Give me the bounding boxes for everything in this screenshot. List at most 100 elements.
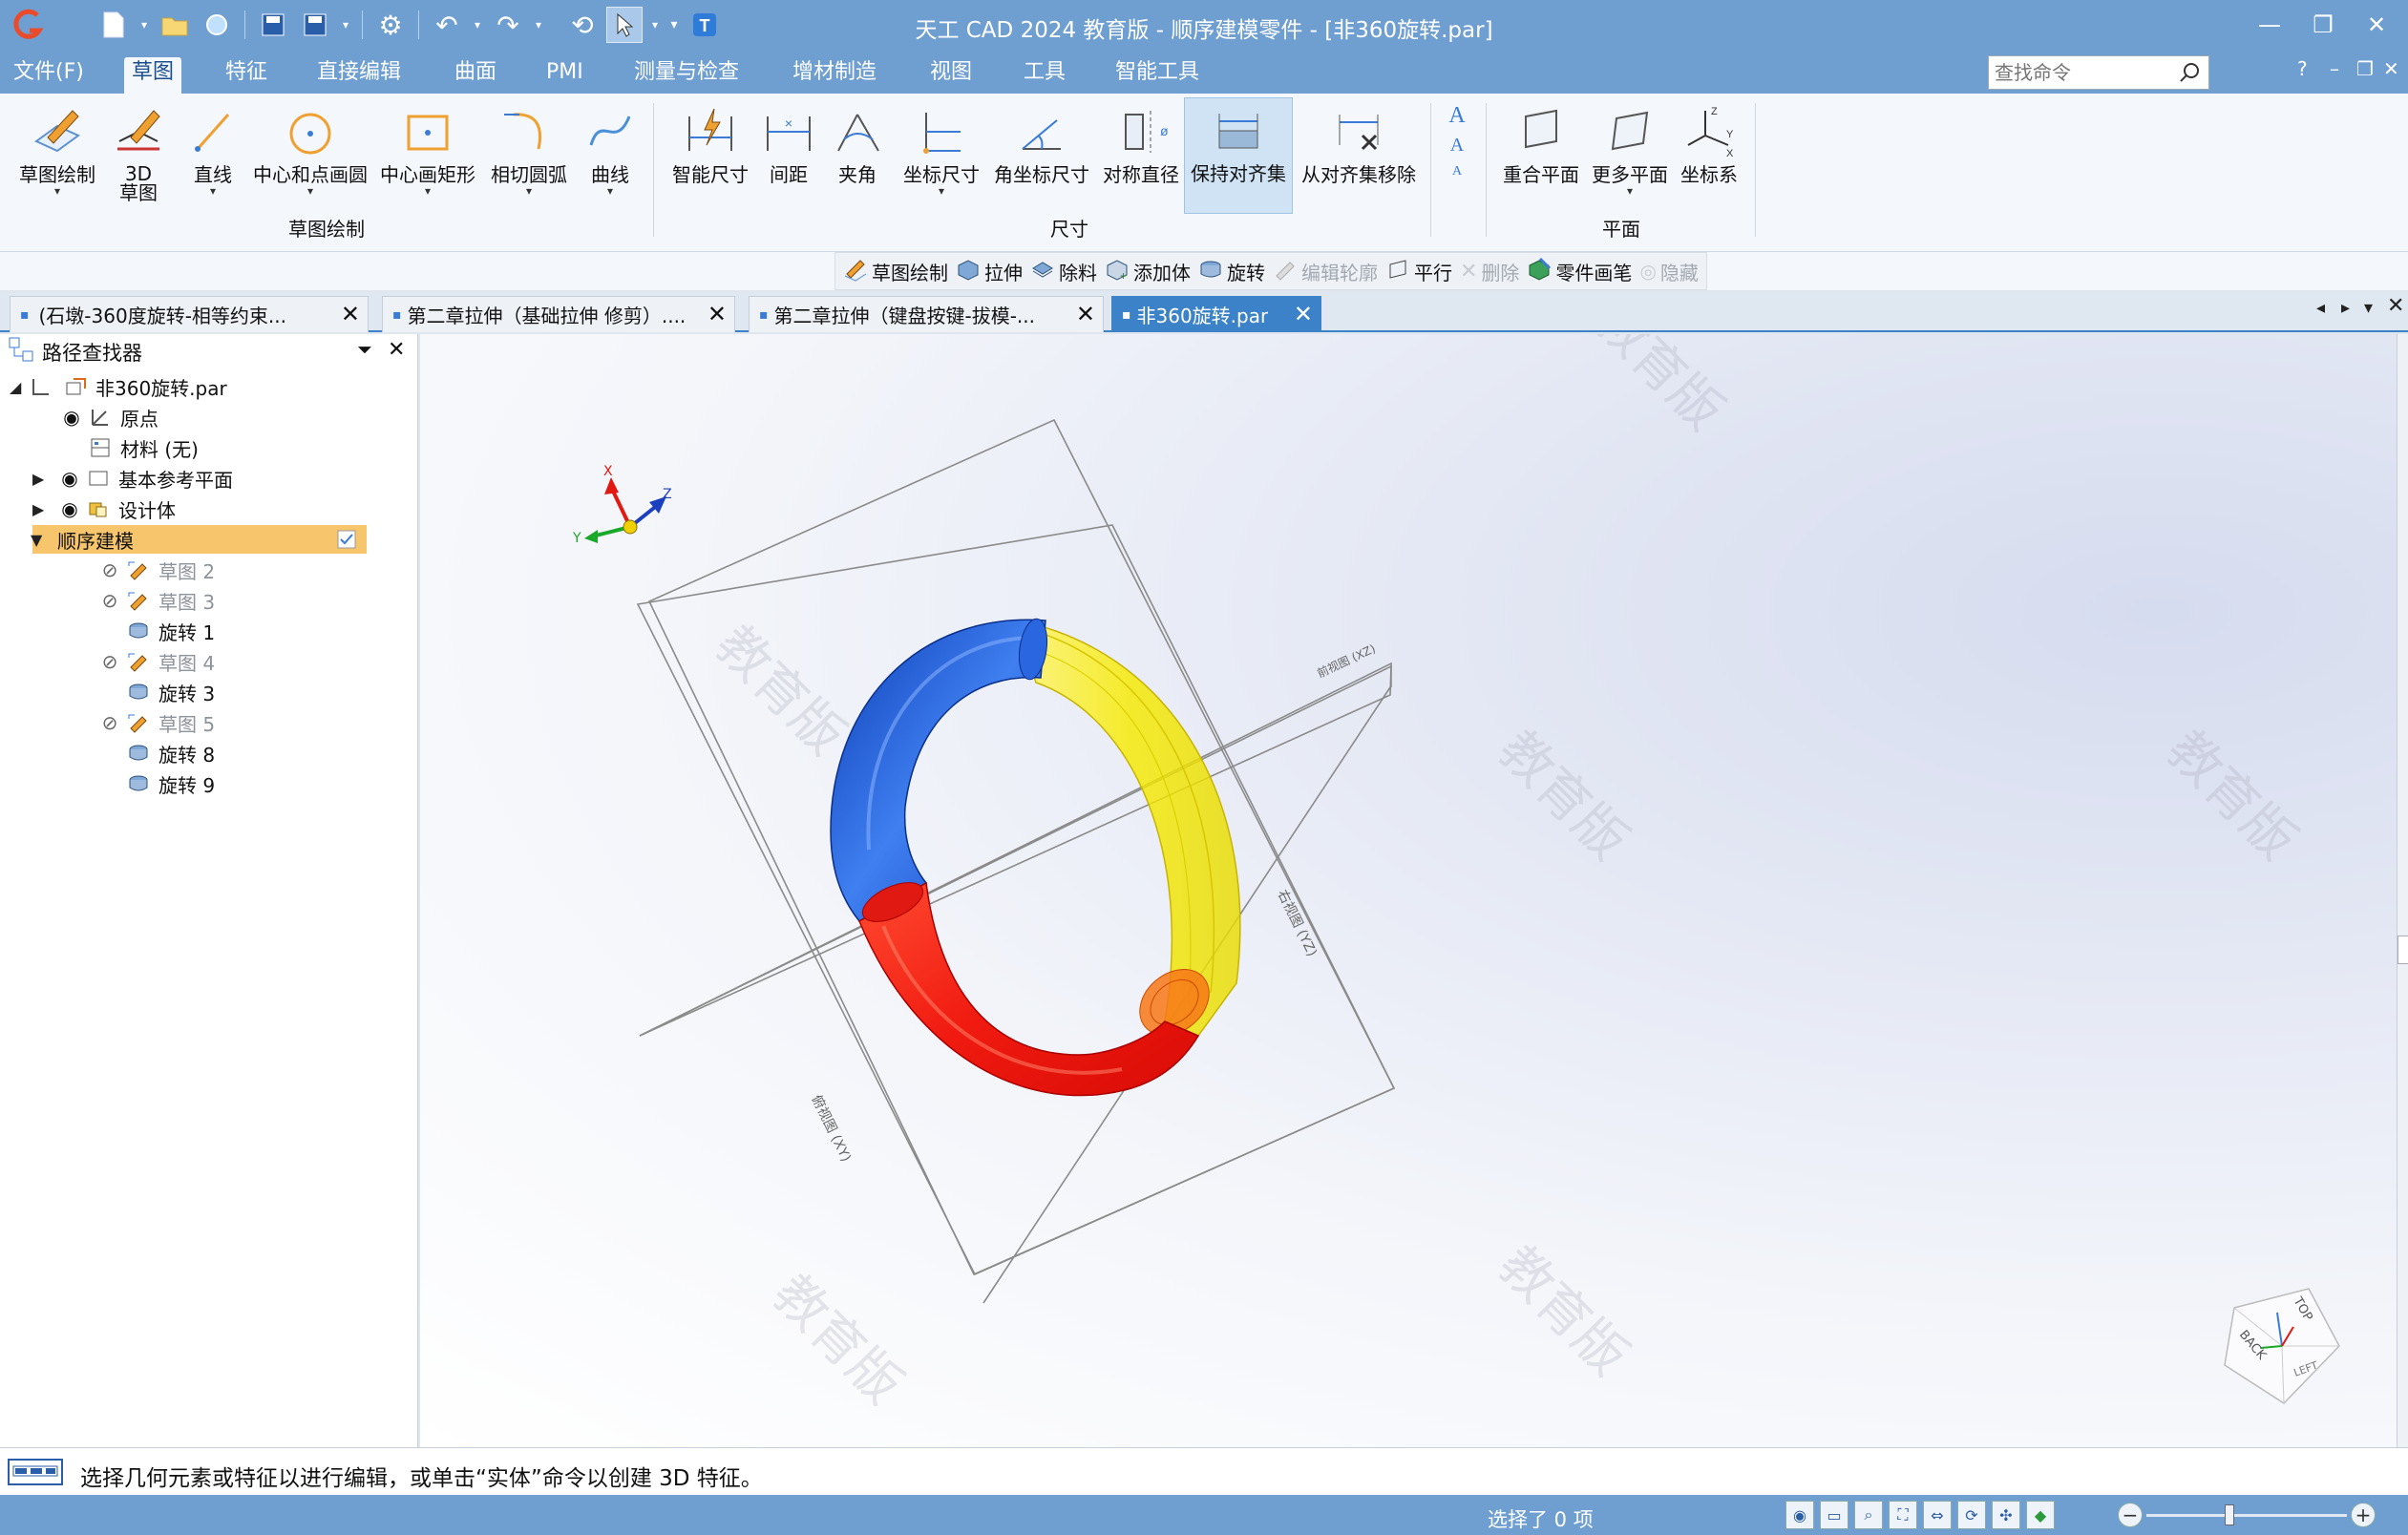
quick-sketch-button[interactable]: 草图绘制 bbox=[843, 257, 948, 286]
menu-sketch[interactable]: 草图 bbox=[124, 57, 182, 94]
coordinate-system-button[interactable]: ZYX 坐标系 bbox=[1673, 99, 1745, 185]
doc-restore-icon[interactable]: ❐ bbox=[2356, 57, 2374, 80]
menu-feature[interactable]: 特征 bbox=[218, 57, 275, 88]
search-input[interactable] bbox=[1989, 56, 2170, 89]
menu-tools[interactable]: 工具 bbox=[1016, 57, 1073, 88]
doc-tab-1[interactable]: ▪ (石墩-360度旋转-相等约束... ✕ bbox=[10, 296, 369, 332]
open-folder-icon[interactable] bbox=[157, 7, 193, 43]
tree-item-sketch-3[interactable]: ⊘ 草图 3 bbox=[95, 586, 215, 615]
tree-item-part-file[interactable]: ◢ 非360旋转.par bbox=[10, 372, 227, 401]
tree-item-design-body[interactable]: ▶ ◉ 设计体 bbox=[32, 494, 176, 523]
quick-parallel-button[interactable]: 平行 bbox=[1385, 257, 1452, 286]
tree-item-material[interactable]: 材料 (无) bbox=[57, 433, 199, 462]
font-size-decrease-icon[interactable]: A bbox=[1438, 135, 1476, 157]
doc-close-icon[interactable]: ✕ bbox=[2383, 57, 2399, 80]
doc-minimize-icon[interactable]: – bbox=[2330, 57, 2339, 80]
tree-item-revolve-8[interactable]: 旋转 8 bbox=[95, 739, 215, 768]
tree-item-ordered-modeling[interactable]: ▼ 顺序建模 bbox=[31, 525, 367, 555]
tab-close-icon[interactable]: ✕ bbox=[708, 301, 727, 327]
zoom-slider-thumb[interactable] bbox=[2225, 1504, 2234, 1525]
tree-item-revolve-1[interactable]: 旋转 1 bbox=[95, 617, 215, 645]
font-size-increase-icon[interactable]: A bbox=[1438, 103, 1476, 129]
collapse-icon[interactable]: ▼ bbox=[31, 531, 48, 549]
doc-tab-2[interactable]: ▪ 第二章拉伸（基础拉伸 修剪）.... ✕ bbox=[382, 296, 735, 332]
sketch-view-icon[interactable]: ▭ bbox=[1820, 1501, 1848, 1529]
expand-icon[interactable]: ▶ bbox=[32, 470, 50, 488]
quick-delete-button[interactable]: ✕ 删除 bbox=[1460, 258, 1519, 285]
redo-icon[interactable]: ↷ bbox=[490, 7, 526, 43]
tree-item-revolve-9[interactable]: 旋转 9 bbox=[95, 769, 215, 798]
menu-pmi[interactable]: PMI bbox=[539, 57, 591, 88]
dropdown-arrow-icon[interactable]: ▾ bbox=[648, 7, 662, 43]
center-rectangle-button[interactable]: 中心画矩形 ▾ bbox=[376, 99, 479, 197]
more-planes-button[interactable]: 更多平面 ▾ bbox=[1587, 99, 1673, 197]
camera-view-icon[interactable]: ◉ bbox=[1785, 1501, 1814, 1529]
symmetric-diameter-button[interactable]: ø 对称直径 bbox=[1098, 99, 1184, 185]
tree-item-sketch-2[interactable]: ⊘ 草图 2 bbox=[95, 556, 215, 584]
check-box-icon[interactable] bbox=[336, 529, 357, 555]
center-point-circle-button[interactable]: 中心和点画圆 ▾ bbox=[248, 99, 372, 197]
zoom-area-icon[interactable]: ⌕ bbox=[1854, 1501, 1883, 1529]
open-web-icon[interactable] bbox=[199, 7, 235, 43]
undo-icon[interactable]: ↶ bbox=[429, 7, 465, 43]
3d-viewport[interactable]: 教育版 教育版 教育版 教育版 教育版 教育版 前视图 (XZ) 右视图 (YZ… bbox=[420, 334, 2397, 1447]
render-style-icon[interactable]: ◆ bbox=[2026, 1501, 2055, 1529]
curve-button[interactable]: 曲线 ▾ bbox=[579, 99, 642, 197]
new-file-icon[interactable] bbox=[95, 7, 132, 43]
3d-sketch-button[interactable]: 3D 草图 bbox=[105, 99, 172, 202]
settings-gear-icon[interactable]: ⚙ bbox=[372, 7, 409, 43]
remove-align-set-button[interactable]: 从对齐集移除 bbox=[1297, 99, 1421, 185]
dropdown-arrow-icon[interactable]: ▾ bbox=[339, 7, 352, 43]
prompt-bar-icon[interactable] bbox=[8, 1458, 63, 1491]
tangent-arc-button[interactable]: 相切圆弧 ▾ bbox=[483, 99, 575, 197]
line-button[interactable]: 直线 ▾ bbox=[181, 99, 244, 197]
menu-view[interactable]: 视图 bbox=[922, 57, 980, 88]
menu-file[interactable]: 文件(F) bbox=[6, 57, 92, 88]
doc-tab-4-active[interactable]: ▪ 非360旋转.par ✕ bbox=[1111, 296, 1321, 332]
sketch-draw-button[interactable]: 草图绘制 ▾ bbox=[10, 99, 105, 197]
visible-eye-icon[interactable]: ◉ bbox=[55, 497, 84, 520]
close-all-tabs-icon[interactable]: ✕ bbox=[2387, 294, 2404, 318]
visible-eye-icon[interactable]: ◉ bbox=[55, 467, 84, 490]
menu-additive[interactable]: 增材制造 bbox=[785, 57, 884, 88]
dropdown-arrow-icon[interactable]: ▾ bbox=[137, 7, 151, 43]
save-icon[interactable] bbox=[255, 7, 291, 43]
tree-item-sketch-4[interactable]: ⊘ 草图 4 bbox=[95, 647, 215, 676]
select-pointer-icon[interactable] bbox=[606, 7, 643, 43]
doc-tab-3[interactable]: ▪ 第二章拉伸（键盘按键-拔模-... ✕ bbox=[749, 296, 1104, 332]
search-icon[interactable] bbox=[2178, 60, 2203, 90]
customize-toolbar-icon[interactable]: ▾ bbox=[667, 7, 681, 43]
zoom-out-icon[interactable]: − bbox=[2118, 1503, 2143, 1527]
side-panel-toggle-icon[interactable] bbox=[2397, 936, 2408, 964]
tab-close-icon[interactable]: ✕ bbox=[1076, 301, 1095, 327]
keep-align-set-button[interactable]: 保持对齐集 bbox=[1184, 97, 1293, 214]
distance-button[interactable]: × 间距 bbox=[760, 99, 817, 185]
tree-item-revolve-3[interactable]: 旋转 3 bbox=[95, 678, 215, 706]
font-size-small-icon[interactable]: A bbox=[1438, 164, 1476, 179]
tab-close-icon[interactable]: ✕ bbox=[341, 301, 360, 327]
save-as-icon[interactable] bbox=[297, 7, 333, 43]
quick-extrude-button[interactable]: 拉伸 bbox=[956, 257, 1023, 286]
quick-revolve-button[interactable]: 旋转 bbox=[1198, 257, 1265, 286]
pan-icon[interactable]: ⇔ bbox=[1923, 1501, 1952, 1529]
visible-eye-icon[interactable]: ◉ bbox=[57, 406, 86, 429]
smart-dimension-button[interactable]: 智能尺寸 bbox=[665, 99, 756, 185]
restore-icon[interactable]: ❐ bbox=[2301, 8, 2345, 42]
coincident-plane-button[interactable]: 重合平面 bbox=[1495, 99, 1587, 185]
panel-close-icon[interactable]: ✕ bbox=[388, 338, 405, 362]
angular-coordinate-button[interactable]: 角坐标尺寸 bbox=[989, 99, 1094, 185]
hidden-eye-icon[interactable]: ⊘ bbox=[95, 650, 124, 673]
collapse-icon[interactable]: ◢ bbox=[10, 378, 27, 396]
help-icon[interactable]: ? bbox=[2297, 57, 2308, 80]
menu-measure-inspect[interactable]: 测量与检查 bbox=[626, 57, 747, 88]
tab-scroll-right-icon[interactable]: ▸ bbox=[2341, 298, 2350, 318]
hidden-eye-icon[interactable]: ⊘ bbox=[95, 589, 124, 612]
menu-smart-tools[interactable]: 智能工具 bbox=[1108, 57, 1207, 88]
menu-direct-edit[interactable]: 直接编辑 bbox=[309, 57, 409, 88]
minimize-icon[interactable]: — bbox=[2248, 8, 2292, 42]
text-t-icon[interactable]: T bbox=[686, 7, 723, 43]
panel-options-icon[interactable]: ⏷ bbox=[357, 338, 372, 361]
quick-cut-button[interactable]: 除料 bbox=[1030, 257, 1097, 286]
quick-part-painter-button[interactable]: 零件画笔 bbox=[1527, 257, 1632, 286]
view-cube[interactable] bbox=[2224, 1288, 2340, 1404]
